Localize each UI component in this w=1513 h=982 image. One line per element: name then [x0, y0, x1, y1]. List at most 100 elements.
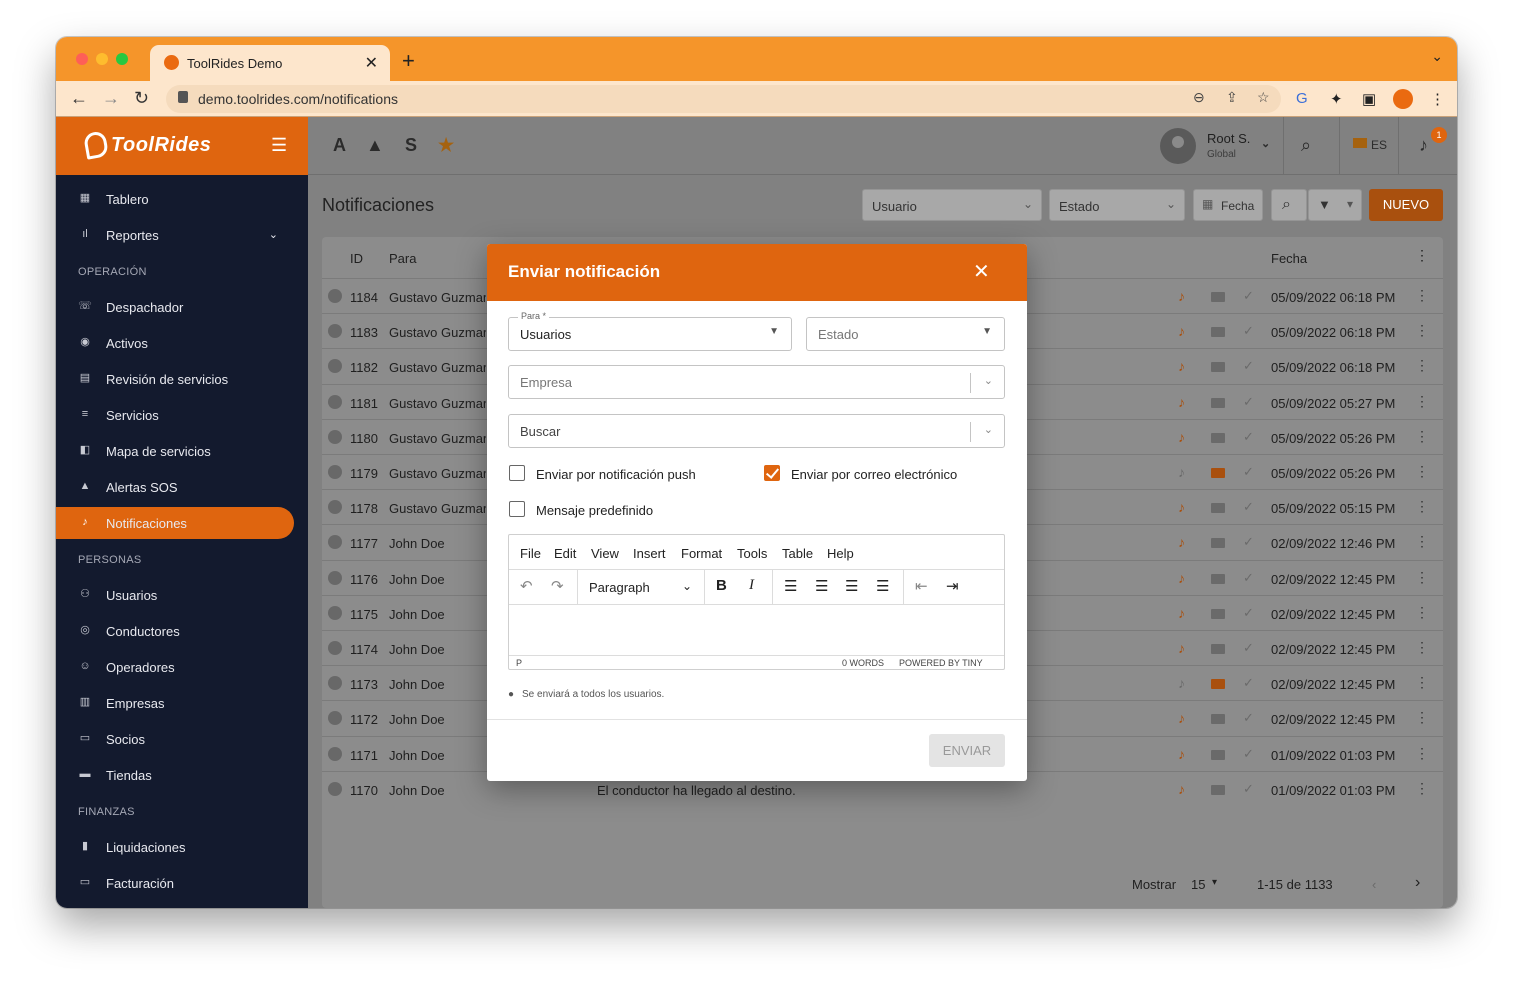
undo-icon[interactable]: ↶ [520, 577, 533, 595]
forward-icon[interactable]: → [102, 88, 120, 109]
send-button[interactable]: ENVIAR [929, 734, 1005, 767]
sidebar-item-mapa[interactable]: ◧ Mapa de servicios [56, 435, 308, 467]
expand-row-icon[interactable] [328, 570, 342, 585]
sidebar-item-liquidaciones[interactable]: ▮ Liquidaciones [56, 831, 308, 863]
bold-icon[interactable]: B [716, 577, 727, 594]
powered-by-tiny-link[interactable]: POWERED BY TINY [899, 658, 983, 668]
outdent-icon[interactable]: ⇤ [915, 577, 928, 595]
row-menu-icon[interactable]: ⋮ [1415, 393, 1429, 410]
row-menu-icon[interactable]: ⋮ [1415, 498, 1429, 515]
fecha-filter[interactable]: Fecha ▦ [1193, 189, 1263, 221]
sidebar-item-operadores[interactable]: ☺ Operadores [56, 651, 308, 683]
translate-icon[interactable]: G [1296, 90, 1308, 107]
menu-format[interactable]: Format [681, 546, 722, 561]
profile-icon[interactable] [1393, 89, 1413, 109]
sidebar-item-facturacion[interactable]: ▭ Facturación [56, 867, 308, 899]
share-icon[interactable]: ⇪ [1226, 89, 1238, 106]
bookmark-star-icon[interactable]: ☆ [1257, 89, 1270, 106]
sidebar-item-reportes[interactable]: ıl Reportes ⌄ [56, 219, 308, 251]
warning-icon[interactable]: ▲ [366, 135, 384, 156]
user-name[interactable]: Root S. [1207, 131, 1250, 146]
autopilot-a-icon[interactable]: A [333, 135, 346, 156]
url-field[interactable]: demo.toolrides.com/notifications ⊖ ⇪ ☆ [166, 85, 1281, 113]
block-format-select[interactable]: Paragraph [589, 580, 650, 595]
sidebar-item-servicios[interactable]: ≡ Servicios [56, 399, 308, 431]
align-center-icon[interactable]: ☰ [815, 577, 828, 595]
expand-row-icon[interactable] [328, 711, 342, 726]
row-menu-icon[interactable]: ⋮ [1415, 709, 1429, 726]
tab-search-chevron-icon[interactable]: ⌄ [1431, 48, 1443, 65]
menu-file[interactable]: File [520, 546, 541, 561]
expand-row-icon[interactable] [328, 394, 342, 409]
column-header-para[interactable]: Para [389, 251, 416, 266]
avatar[interactable] [1160, 128, 1196, 164]
columns-menu-icon[interactable]: ⋮ [1415, 247, 1429, 264]
expand-row-icon[interactable] [328, 359, 342, 374]
menu-table[interactable]: Table [782, 546, 813, 561]
sidepanel-icon[interactable]: ▣ [1362, 90, 1376, 108]
menu-tools[interactable]: Tools [737, 546, 767, 561]
sidebar-item-usuarios[interactable]: ⚇ Usuarios [56, 579, 308, 611]
row-menu-icon[interactable]: ⋮ [1415, 428, 1429, 445]
maximize-window-button[interactable] [116, 53, 128, 65]
sidebar-item-empresas[interactable]: ▥ Empresas [56, 687, 308, 719]
push-label[interactable]: Enviar por notificación push [536, 467, 696, 482]
row-menu-icon[interactable]: ⋮ [1415, 604, 1429, 621]
sidebar-item-revision[interactable]: ▤ Revisión de servicios [56, 363, 308, 395]
next-page-icon[interactable]: › [1415, 874, 1420, 892]
sidebar-item-activos[interactable]: ◉ Activos [56, 327, 308, 359]
row-menu-icon[interactable]: ⋮ [1415, 533, 1429, 550]
services-s-icon[interactable]: S [405, 135, 417, 156]
element-path[interactable]: P [516, 658, 522, 668]
sidebar-item-despachador[interactable]: ☏ Despachador [56, 291, 308, 323]
zoom-icon[interactable]: ⊖ [1193, 89, 1205, 106]
align-justify-icon[interactable]: ☰ [876, 577, 889, 595]
sidebar-item-tablero[interactable]: ▦ Tablero [56, 183, 308, 215]
back-icon[interactable]: ← [70, 88, 88, 109]
indent-icon[interactable]: ⇥ [946, 577, 959, 595]
sidebar-item-notificaciones[interactable]: ♪ Notificaciones [56, 507, 294, 539]
sidebar-item-socios[interactable]: ▭ Socios [56, 723, 308, 755]
menu-view[interactable]: View [591, 546, 619, 561]
new-tab-icon[interactable]: + [402, 48, 415, 74]
search-icon[interactable]: ⌕ [1301, 135, 1311, 156]
minimize-window-button[interactable] [96, 53, 108, 65]
row-menu-icon[interactable]: ⋮ [1415, 639, 1429, 656]
browser-menu-icon[interactable]: ⋮ [1430, 90, 1445, 108]
menu-edit[interactable]: Edit [554, 546, 576, 561]
new-notification-button[interactable]: NUEVO [1369, 189, 1443, 221]
row-menu-icon[interactable]: ⋮ [1415, 569, 1429, 586]
row-menu-icon[interactable]: ⋮ [1415, 463, 1429, 480]
filter-button[interactable]: ▼ ▾ [1308, 189, 1362, 221]
chevron-down-icon[interactable]: ▾ [1212, 877, 1217, 888]
row-menu-icon[interactable]: ⋮ [1415, 322, 1429, 339]
menu-toggle-icon[interactable]: ☰ [271, 135, 287, 156]
close-window-button[interactable] [76, 53, 88, 65]
buscar-select[interactable]: Buscar ⌄ [508, 414, 1005, 448]
expand-row-icon[interactable] [328, 500, 342, 515]
empresa-select[interactable]: Empresa ⌄ [508, 365, 1005, 399]
email-label[interactable]: Enviar por correo electrónico [791, 467, 957, 482]
expand-row-icon[interactable] [328, 429, 342, 444]
browser-tab[interactable]: ToolRides Demo ✕ [150, 45, 390, 81]
editor-content-area[interactable] [509, 606, 1004, 655]
sidebar-item-alertas[interactable]: ▲ Alertas SOS [56, 471, 308, 503]
expand-row-icon[interactable] [328, 289, 342, 303]
expand-row-icon[interactable] [328, 781, 342, 796]
expand-row-icon[interactable] [328, 605, 342, 620]
italic-icon[interactable]: I [749, 577, 754, 594]
reload-icon[interactable]: ↻ [134, 88, 149, 109]
expand-row-icon[interactable] [328, 465, 342, 479]
column-header-id[interactable]: ID [350, 251, 363, 266]
column-header-fecha[interactable]: Fecha [1271, 251, 1307, 266]
close-icon[interactable]: ✕ [973, 259, 990, 284]
push-checkbox[interactable] [509, 465, 525, 481]
extensions-icon[interactable]: ✦ [1330, 90, 1343, 108]
notifications-bell-icon[interactable]: ♪ [1419, 135, 1428, 156]
row-menu-icon[interactable]: ⋮ [1415, 745, 1429, 762]
close-tab-icon[interactable]: ✕ [365, 53, 378, 73]
spain-flag-icon[interactable] [1353, 138, 1367, 148]
row-menu-icon[interactable]: ⋮ [1415, 287, 1429, 304]
user-menu-chevron-icon[interactable]: ⌄ [1261, 137, 1270, 150]
row-menu-icon[interactable]: ⋮ [1415, 357, 1429, 374]
